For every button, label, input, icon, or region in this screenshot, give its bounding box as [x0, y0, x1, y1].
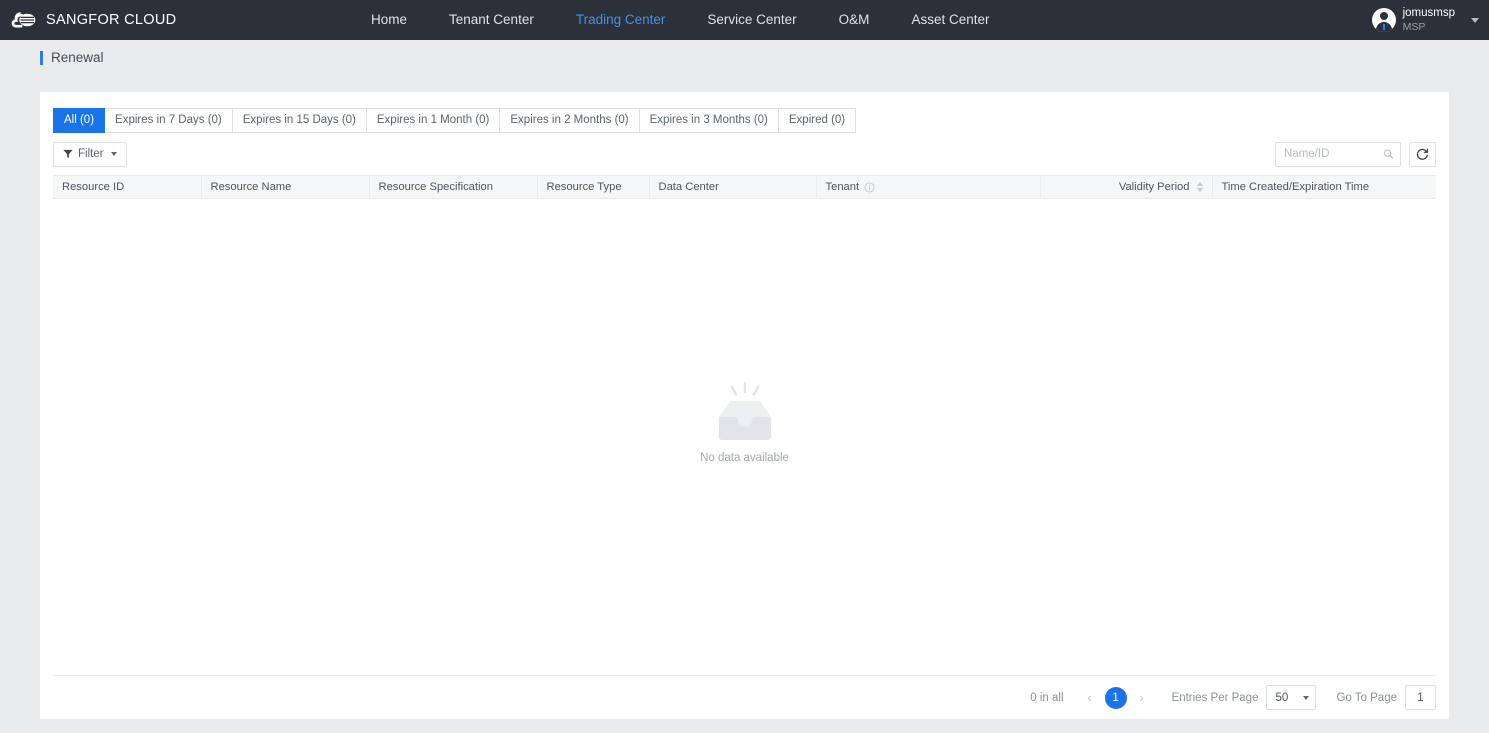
tab-expires-in-3-months[interactable]: Expires in 3 Months (0)	[639, 108, 779, 133]
column-header-data-center: Data Center	[649, 175, 817, 199]
avatar-head-shape	[1379, 12, 1388, 20]
column-label: Resource Specification	[378, 181, 493, 193]
avatar-tie-shape	[1382, 24, 1385, 30]
pagination-bar: 0 in all ‹ 1 › Entries Per Page 50 Go To…	[53, 675, 1436, 719]
nav-item-trading-center[interactable]: Trading Center	[555, 0, 687, 40]
page-number-1[interactable]: 1	[1104, 686, 1127, 709]
tab-all[interactable]: All (0)	[53, 108, 106, 133]
tab-expires-in-7-days[interactable]: Expires in 7 Days (0)	[105, 108, 233, 133]
search-input[interactable]	[1284, 148, 1384, 160]
column-label: Resource Type	[546, 181, 622, 193]
tab-expired[interactable]: Expired (0)	[778, 108, 857, 133]
column-label: Time Created/Expiration Time	[1221, 181, 1370, 193]
page-header: Renewal	[0, 40, 1489, 75]
nav-item-home[interactable]: Home	[350, 0, 428, 40]
column-header-validity-period[interactable]: Validity Period	[1040, 175, 1213, 199]
table-toolbar: Filter	[53, 141, 1436, 167]
filter-button[interactable]: Filter	[53, 141, 127, 167]
column-label: Validity Period	[1118, 181, 1190, 193]
column-header-resource-id: Resource ID	[53, 175, 202, 199]
resource-table: Resource ID Resource Name Resource Speci…	[53, 175, 1436, 199]
tab-expires-in-15-days[interactable]: Expires in 15 Days (0)	[232, 108, 367, 133]
entries-per-page-value: 50	[1275, 691, 1289, 704]
entries-per-page-select[interactable]: 50	[1266, 685, 1317, 710]
empty-box-icon	[718, 381, 771, 440]
info-icon[interactable]	[864, 181, 875, 193]
table-header-row: Resource ID Resource Name Resource Speci…	[53, 175, 1436, 199]
tab-expires-in-1-month[interactable]: Expires in 1 Month (0)	[366, 108, 501, 133]
nav-item-tenant-center[interactable]: Tenant Center	[428, 0, 555, 40]
column-label: Tenant	[825, 181, 860, 193]
sort-toggle-icon[interactable]	[1196, 182, 1203, 192]
entries-per-page-label: Entries Per Page	[1171, 691, 1259, 704]
tab-expires-in-2-months[interactable]: Expires in 2 Months (0)	[500, 108, 640, 133]
toolbar-right-group	[1275, 141, 1436, 167]
sangfor-cloud-logo-icon	[11, 12, 36, 28]
total-count-text: 0 in all	[1030, 691, 1064, 704]
empty-state: No data available	[53, 199, 1436, 675]
brand-logo-link[interactable]: SANGFOR CLOUD	[0, 9, 176, 31]
search-box[interactable]	[1275, 141, 1401, 167]
chevron-down-icon[interactable]	[1471, 17, 1479, 23]
search-icon[interactable]	[1383, 148, 1394, 160]
go-to-page-input[interactable]	[1405, 685, 1436, 710]
filter-tabs: All (0) Expires in 7 Days (0) Expires in…	[53, 108, 1449, 133]
page-title-accent-bar	[40, 50, 43, 65]
main-nav: Home Tenant Center Trading Center Servic…	[350, 0, 1010, 40]
filter-button-label: Filter	[78, 148, 104, 160]
chevron-down-icon	[110, 152, 117, 156]
avatar	[1371, 8, 1396, 32]
content-card: All (0) Expires in 7 Days (0) Expires in…	[40, 92, 1449, 719]
nav-item-asset-center[interactable]: Asset Center	[890, 0, 1010, 40]
resource-table-wrapper: Resource ID Resource Name Resource Speci…	[53, 175, 1436, 675]
nav-item-service-center[interactable]: Service Center	[686, 0, 817, 40]
page-title: Renewal	[51, 50, 104, 65]
table-header: Resource ID Resource Name Resource Speci…	[53, 175, 1436, 199]
next-page-button[interactable]: ›	[1132, 687, 1152, 709]
filter-funnel-icon	[63, 149, 73, 159]
column-label: Resource ID	[62, 181, 125, 193]
column-header-tenant: Tenant	[816, 175, 1041, 199]
column-header-resource-specification: Resource Specification	[369, 175, 538, 199]
empty-state-text: No data available	[700, 451, 789, 464]
user-name: jomusmsp	[1402, 7, 1455, 20]
user-info: jomusmsp MSP	[1403, 7, 1455, 32]
chevron-down-icon	[1303, 695, 1310, 700]
column-label: Data Center	[658, 181, 719, 193]
column-header-time-created-expiration-time: Time Created/Expiration Time	[1212, 175, 1436, 199]
nav-item-om[interactable]: O&M	[818, 0, 891, 40]
user-menu[interactable]: jomusmsp MSP	[1371, 0, 1479, 40]
go-to-page-label: Go To Page	[1336, 691, 1397, 704]
column-header-resource-type: Resource Type	[537, 175, 650, 199]
column-label: Resource Name	[210, 181, 292, 193]
prev-page-button[interactable]: ‹	[1080, 687, 1100, 709]
column-header-resource-name: Resource Name	[201, 175, 370, 199]
top-navigation-bar: SANGFOR CLOUD Home Tenant Center Trading…	[0, 0, 1489, 40]
refresh-icon	[1416, 148, 1429, 160]
user-role: MSP	[1402, 20, 1426, 33]
brand-name-text: SANGFOR CLOUD	[46, 12, 177, 28]
refresh-button[interactable]	[1409, 141, 1436, 167]
